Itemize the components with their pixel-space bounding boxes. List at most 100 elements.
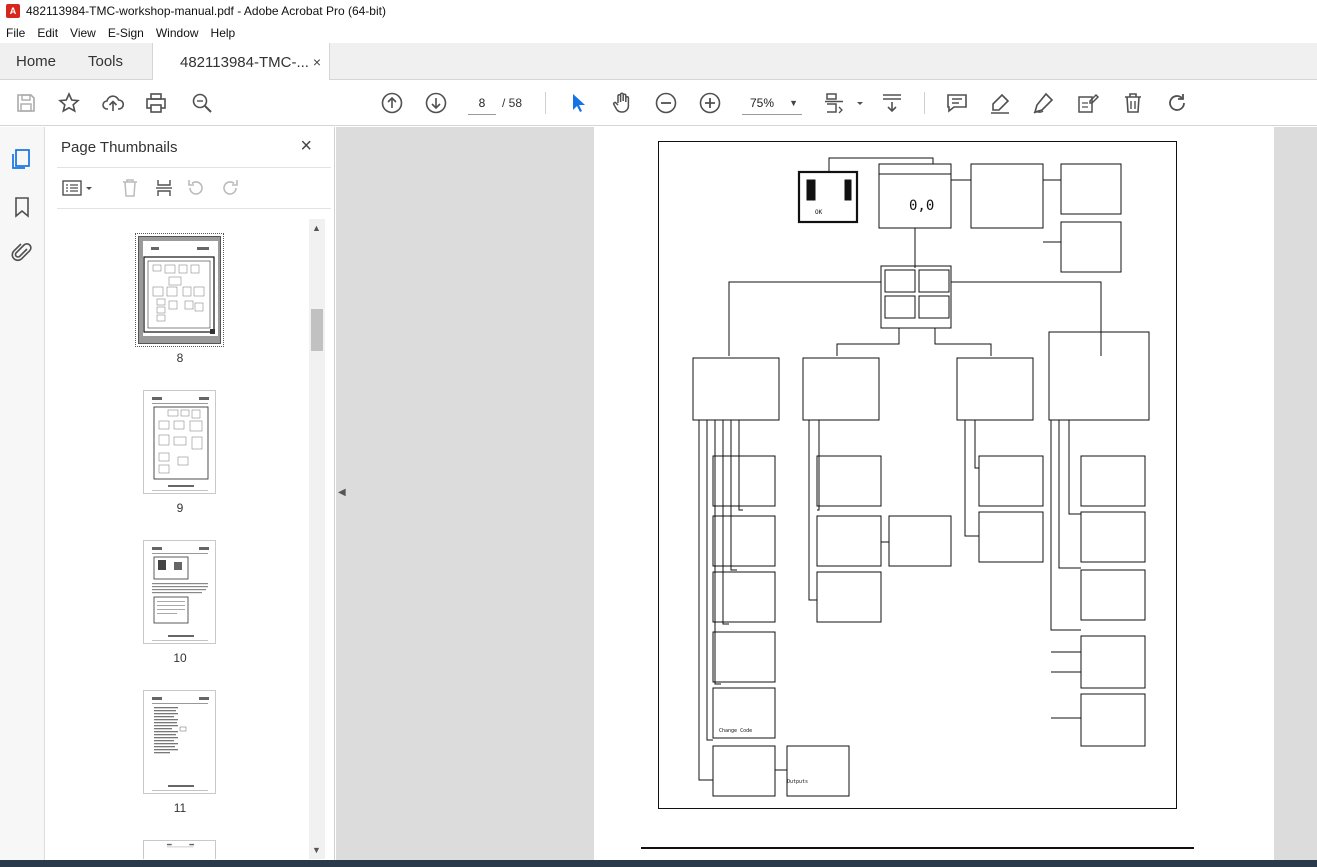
diagram-screen [1048, 331, 1150, 421]
close-icon[interactable]: × [300, 135, 312, 158]
diagram-screen [1080, 511, 1146, 563]
options-menu-icon[interactable] [61, 177, 95, 199]
thumbnail-page-10[interactable] [143, 540, 216, 644]
tab-bar: Home Tools 482113984-TMC-... × [0, 43, 1317, 81]
upload-icon[interactable] [101, 91, 125, 115]
page-thumbnails-icon[interactable] [10, 147, 34, 171]
toolbar-divider [924, 92, 925, 114]
total-pages: / 58 [502, 96, 523, 110]
diagram-screen [970, 163, 1044, 229]
menu-bar: File Edit View E-Sign Window Help [0, 22, 1317, 43]
delete-icon[interactable] [119, 177, 141, 199]
diagram-screen [1060, 163, 1122, 215]
document-viewport[interactable]: ◀ OK 0,0 Outputs Change Code [336, 127, 1317, 867]
acrobat-app-icon: A [6, 4, 20, 18]
diagram-outputs-label: Outputs [787, 779, 808, 785]
rotate-left-icon[interactable] [185, 177, 207, 199]
collapse-panel-icon[interactable]: ◀ [338, 487, 346, 498]
thumbnail-preview [152, 697, 209, 791]
zoom-in-icon[interactable] [698, 91, 722, 115]
rotate-icon[interactable] [1165, 91, 1189, 115]
page-up-icon[interactable] [380, 91, 404, 115]
comment-icon[interactable] [945, 91, 969, 115]
diagram-change-code-label: Change Code [719, 728, 752, 734]
diagram-screen [888, 515, 952, 567]
save-icon[interactable] [14, 91, 38, 115]
thumbnail-page-11[interactable] [143, 690, 216, 794]
diagram-ok-label: OK [815, 209, 823, 216]
thumbnail-label: 10 [173, 651, 187, 665]
tab-close-icon[interactable]: × [313, 54, 321, 70]
thumbnail-preview [143, 241, 218, 336]
highlight-icon[interactable] [988, 91, 1012, 115]
menu-view[interactable]: View [64, 26, 102, 40]
zoom-out-icon[interactable] [654, 91, 678, 115]
diagram-screen [816, 455, 882, 507]
menu-edit[interactable]: Edit [31, 26, 64, 40]
pdf-page: OK 0,0 Outputs Change Code [594, 127, 1274, 867]
tab-tools[interactable]: Tools [88, 43, 123, 80]
select-cursor-icon[interactable] [566, 91, 590, 115]
current-page-input[interactable]: 8 [468, 91, 496, 115]
thumbnail-page-9[interactable] [143, 390, 216, 494]
diagram-screen [1080, 455, 1146, 507]
main-toolbar: 8 / 58 75% ▼ [0, 80, 1317, 126]
diagram-screen [1080, 569, 1146, 621]
menu-structure-diagram: OK 0,0 Outputs Change Code [658, 141, 1177, 809]
find-icon[interactable] [190, 91, 214, 115]
diagram-screen [880, 265, 952, 329]
menu-help[interactable]: Help [205, 26, 242, 40]
menu-window[interactable]: Window [150, 26, 205, 40]
delete-icon[interactable] [1121, 91, 1145, 115]
thumbnail-scrollbar[interactable]: ▲ ▼ [309, 219, 325, 859]
print-icon[interactable] [144, 91, 168, 115]
window-title: 482113984-TMC-workshop-manual.pdf - Adob… [26, 4, 386, 18]
page-thumbnails-panel: Page Thumbnails × 8 9 10 11 ▲ ▼ [45, 127, 335, 867]
tab-document[interactable]: 482113984-TMC-... × [152, 43, 330, 81]
diagram-screen [816, 515, 882, 567]
scrollbar-thumb[interactable] [311, 309, 323, 351]
toolbar-divider [545, 92, 546, 114]
thumbnail-preview [152, 547, 209, 641]
zoom-select[interactable]: 75% ▼ [742, 91, 802, 115]
star-icon[interactable] [57, 91, 81, 115]
diagram-screen [712, 455, 776, 507]
insert-pages-icon[interactable] [153, 177, 175, 199]
taskbar-edge [0, 860, 1317, 867]
diagram-value-label: 0,0 [909, 198, 934, 214]
thumbnail-toolbar [57, 167, 331, 209]
diagram-screen [786, 745, 850, 797]
page-down-icon[interactable] [424, 91, 448, 115]
menu-esign[interactable]: E-Sign [102, 26, 150, 40]
chevron-down-icon[interactable] [848, 91, 863, 115]
thumbnail-preview [152, 397, 209, 491]
sign-icon[interactable] [1031, 91, 1055, 115]
thumbnail-page-12[interactable] [143, 840, 216, 859]
thumbnail-label: 8 [176, 351, 184, 365]
thumbnail-preview [166, 843, 195, 848]
diagram-screen [978, 511, 1044, 563]
scroll-up-arrow-icon[interactable]: ▲ [312, 223, 321, 233]
hand-icon[interactable] [610, 91, 634, 115]
bookmark-icon[interactable] [10, 195, 34, 219]
attachment-icon[interactable] [10, 240, 34, 264]
diagram-screen [1080, 635, 1146, 689]
diagram-screen [1060, 221, 1122, 273]
left-navigation-rail [0, 127, 45, 867]
edit-pdf-icon[interactable] [1076, 91, 1100, 115]
tab-home[interactable]: Home [16, 43, 56, 80]
scroll-mode-icon[interactable] [880, 91, 904, 115]
fit-page-icon[interactable] [822, 91, 846, 115]
thumbnail-page-8[interactable] [135, 233, 224, 347]
page-footer-rule [641, 847, 1194, 849]
rotate-right-icon[interactable] [219, 177, 241, 199]
scroll-down-arrow-icon[interactable]: ▼ [312, 845, 321, 855]
title-bar: A 482113984-TMC-workshop-manual.pdf - Ad… [0, 0, 1317, 22]
thumbnail-list: 8 9 10 11 [45, 219, 325, 859]
diagram-screen [802, 357, 880, 421]
diagram-screen [1080, 693, 1146, 747]
menu-file[interactable]: File [0, 26, 31, 40]
diagram-screen [816, 571, 882, 623]
diagram-screen [712, 745, 776, 797]
chevron-down-icon: ▼ [789, 98, 798, 108]
